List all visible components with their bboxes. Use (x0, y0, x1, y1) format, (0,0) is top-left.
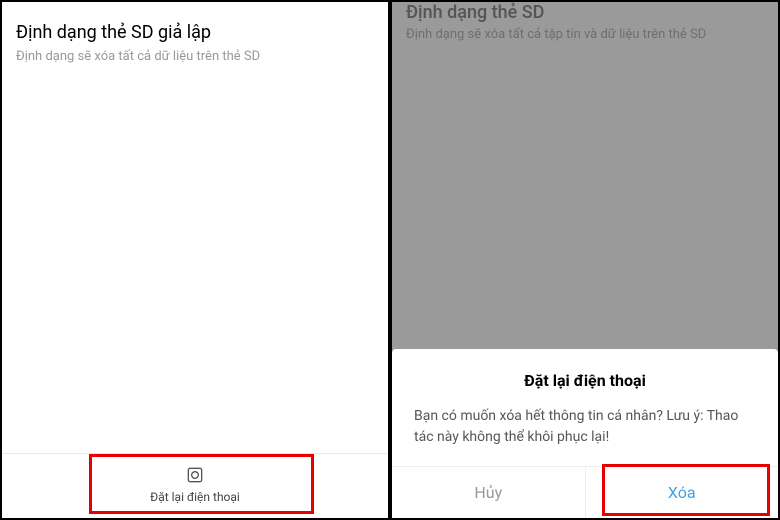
dimmed-subtitle: Định dạng sẽ xóa tất cả tập tin và dữ li… (406, 27, 764, 42)
delete-button[interactable]: Xóa (586, 467, 779, 518)
reset-icon (184, 464, 206, 486)
cancel-button[interactable]: Hủy (392, 467, 586, 518)
reset-button-label: Đặt lại điện thoại (150, 490, 240, 504)
main-content: Định dạng thẻ SD giả lập Định dạng sẽ xó… (2, 2, 388, 453)
dimmed-overlay (392, 50, 778, 349)
screen-format-sd: Định dạng thẻ SD giả lập Định dạng sẽ xó… (0, 0, 390, 520)
page-title: Định dạng thẻ SD giả lập (16, 22, 374, 43)
page-subtitle: Định dạng sẽ xóa tất cả dữ liệu trên thẻ… (16, 49, 374, 64)
confirm-dialog: Đặt lại điện thoại Bạn có muốn xóa hết t… (392, 349, 778, 518)
dialog-button-row: Hủy Xóa (392, 466, 778, 518)
dimmed-background-header: Định dạng thẻ SD Định dạng sẽ xóa tất cả… (392, 2, 778, 50)
dimmed-title: Định dạng thẻ SD (406, 2, 764, 23)
dialog-title: Đặt lại điện thoại (414, 371, 756, 390)
screen-confirm-dialog: Định dạng thẻ SD Định dạng sẽ xóa tất cả… (390, 0, 780, 520)
dialog-message: Bạn có muốn xóa hết thông tin cá nhân? L… (414, 406, 756, 448)
reset-phone-button[interactable]: Đặt lại điện thoại (2, 453, 388, 518)
dialog-body: Đặt lại điện thoại Bạn có muốn xóa hết t… (392, 349, 778, 466)
